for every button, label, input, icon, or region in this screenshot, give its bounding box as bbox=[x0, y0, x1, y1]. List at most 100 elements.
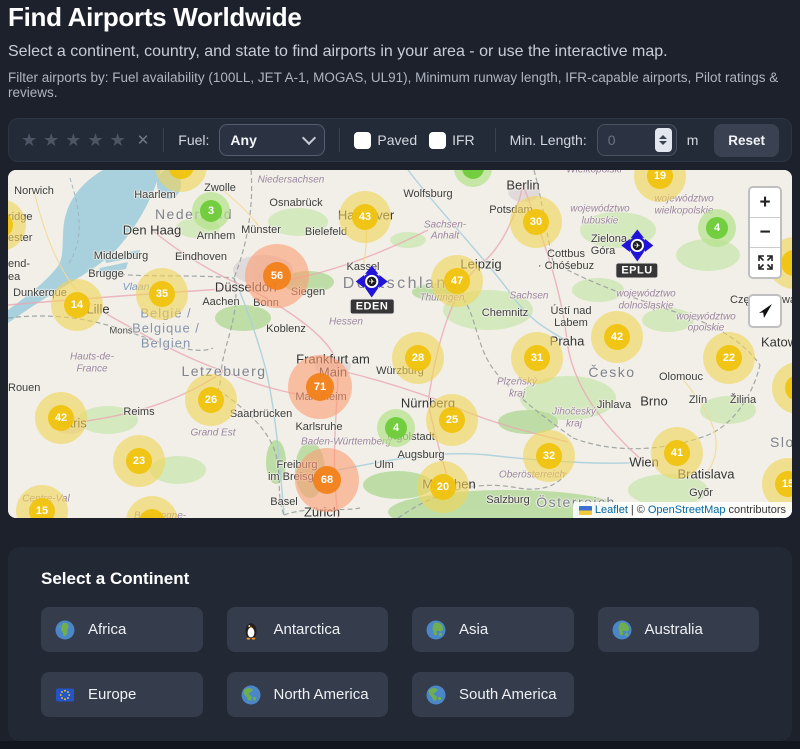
min-length-input[interactable]: 0 bbox=[597, 124, 677, 156]
airport-cluster-marker[interactable]: 71 bbox=[288, 355, 352, 419]
continent-button-africa[interactable]: Africa bbox=[41, 607, 203, 652]
globe-africa-icon bbox=[55, 620, 75, 640]
paved-checkbox[interactable] bbox=[354, 132, 371, 149]
interactive-map[interactable]: Norwichridgeesterend-eaHaarlemZwolleDen … bbox=[8, 170, 792, 518]
attribution-separator: | bbox=[631, 504, 634, 516]
number-stepper[interactable] bbox=[655, 128, 672, 152]
airport-cluster-marker[interactable]: 42 bbox=[591, 311, 643, 363]
airport-cluster-marker[interactable]: 32 bbox=[523, 430, 575, 482]
cluster-count: 35 bbox=[149, 281, 175, 307]
svg-text:✈: ✈ bbox=[369, 277, 376, 286]
airport-cluster-marker[interactable]: 68 bbox=[295, 448, 359, 512]
cluster-count: 4 bbox=[385, 417, 407, 439]
eu-flag-icon bbox=[55, 685, 75, 705]
copyright-symbol: © bbox=[637, 504, 645, 516]
cluster-count: 15 bbox=[29, 498, 55, 518]
cluster-count: 68 bbox=[313, 466, 341, 494]
star-icon[interactable]: ★ bbox=[43, 131, 59, 149]
globe-asia-icon bbox=[426, 620, 446, 640]
airport-cluster-marker[interactable]: 35 bbox=[136, 268, 188, 320]
filter-bar: ★★★★★ ✕ Fuel: Any Paved IFR Min. Length:… bbox=[8, 118, 792, 162]
star-icon[interactable]: ★ bbox=[87, 131, 103, 149]
leaflet-link[interactable]: Leaflet bbox=[595, 504, 628, 516]
cluster-count: 31 bbox=[524, 345, 550, 371]
page-subtitle: Select a continent, country, and state t… bbox=[8, 43, 668, 61]
airport-cluster-marker[interactable]: 20 bbox=[417, 461, 469, 513]
continent-heading: Select a Continent bbox=[41, 569, 767, 589]
cluster-count bbox=[781, 250, 792, 276]
star-icon[interactable]: ★ bbox=[21, 131, 37, 149]
airport-marker-eplu[interactable]: ✈EPLU bbox=[615, 229, 658, 278]
attribution-contributors: contributors bbox=[729, 504, 786, 516]
star-icon[interactable]: ★ bbox=[65, 131, 81, 149]
airport-code-label: EPLU bbox=[615, 262, 658, 278]
airport-cluster-marker[interactable]: 23 bbox=[113, 435, 165, 487]
cluster-count: 32 bbox=[536, 443, 562, 469]
airport-cluster-marker[interactable]: 41 bbox=[651, 427, 703, 479]
cluster-count: 25 bbox=[439, 407, 465, 433]
ifr-label: IFR bbox=[452, 132, 475, 148]
airport-cluster-marker[interactable]: 14 bbox=[51, 279, 103, 331]
cluster-count: 23 bbox=[126, 448, 152, 474]
zoom-out-button[interactable]: − bbox=[750, 217, 780, 247]
cluster-count: 15 bbox=[775, 471, 792, 497]
continent-button-antarctica[interactable]: Antarctica bbox=[227, 607, 389, 652]
cluster-count: 3 bbox=[200, 200, 222, 222]
paved-label: Paved bbox=[377, 132, 417, 148]
airport-cluster-marker[interactable]: 30 bbox=[510, 196, 562, 248]
airport-cluster-marker[interactable]: 3 bbox=[192, 192, 230, 230]
reset-button[interactable]: Reset bbox=[714, 124, 779, 157]
cluster-count bbox=[462, 170, 484, 179]
cluster-count: 26 bbox=[198, 387, 224, 413]
cluster-count: 20 bbox=[430, 474, 456, 500]
locate-me-button[interactable] bbox=[748, 294, 782, 328]
airport-finder-page: Find Airports Worldwide Select a contine… bbox=[0, 0, 800, 749]
penguin-icon bbox=[241, 620, 261, 640]
cluster-count: 4 bbox=[706, 217, 728, 239]
airport-cluster-marker[interactable]: 43 bbox=[339, 191, 391, 243]
osm-link[interactable]: OpenStreetMap bbox=[648, 504, 726, 516]
continent-button-north-america[interactable]: North America bbox=[227, 672, 389, 717]
stepper-down-icon[interactable] bbox=[659, 141, 667, 145]
min-length-value: 0 bbox=[608, 132, 616, 148]
continent-label: South America bbox=[459, 686, 557, 703]
cluster-count: 14 bbox=[64, 292, 90, 318]
zoom-in-button[interactable]: + bbox=[750, 188, 780, 217]
divider bbox=[339, 128, 340, 152]
airport-cluster-marker[interactable]: 26 bbox=[185, 374, 237, 426]
ifr-checkbox[interactable] bbox=[429, 132, 446, 149]
star-icon[interactable]: ★ bbox=[110, 131, 126, 149]
airport-cluster-marker[interactable]: 4 bbox=[377, 409, 415, 447]
cluster-count bbox=[139, 509, 165, 518]
star-rating-icons[interactable]: ★ ★ ★ ★ ★ bbox=[21, 131, 126, 149]
navigation-arrow-icon bbox=[757, 303, 773, 319]
airport-cluster-marker[interactable]: 25 bbox=[426, 394, 478, 446]
airport-cluster-marker[interactable]: 28 bbox=[392, 332, 444, 384]
airport-cluster-marker[interactable]: 42 bbox=[35, 392, 87, 444]
cluster-count: 22 bbox=[716, 345, 742, 371]
chevron-down-icon bbox=[302, 131, 316, 145]
fuel-select[interactable]: Any bbox=[219, 124, 325, 156]
continent-button-asia[interactable]: Asia bbox=[412, 607, 574, 652]
globe-americas-icon bbox=[426, 685, 446, 705]
continent-button-europe[interactable]: Europe bbox=[41, 672, 203, 717]
cluster-count: 56 bbox=[263, 262, 291, 290]
continent-label: Antarctica bbox=[274, 621, 341, 638]
continent-button-australia[interactable]: Australia bbox=[598, 607, 760, 652]
continent-panel: Select a Continent Africa Antarctica Asia A… bbox=[8, 547, 792, 741]
airport-compass-icon: ✈ bbox=[621, 229, 653, 261]
airport-marker-eden[interactable]: ✈EDEN bbox=[350, 265, 395, 314]
clear-rating-icon[interactable]: ✕ bbox=[137, 131, 150, 149]
airport-cluster-marker[interactable]: 4 bbox=[698, 209, 736, 247]
airport-cluster-marker[interactable]: 31 bbox=[511, 332, 563, 384]
stepper-up-icon[interactable] bbox=[659, 135, 667, 139]
min-length-label: Min. Length: bbox=[510, 132, 587, 148]
airport-cluster-marker[interactable]: 56 bbox=[245, 244, 309, 308]
continent-button-south-america[interactable]: South America bbox=[412, 672, 574, 717]
cluster-count: 42 bbox=[48, 405, 74, 431]
fuel-select-value: Any bbox=[230, 132, 256, 148]
cluster-count: 30 bbox=[523, 209, 549, 235]
airport-cluster-marker[interactable]: 47 bbox=[431, 255, 483, 307]
airport-cluster-marker[interactable]: 22 bbox=[703, 332, 755, 384]
fullscreen-button[interactable] bbox=[750, 247, 780, 277]
